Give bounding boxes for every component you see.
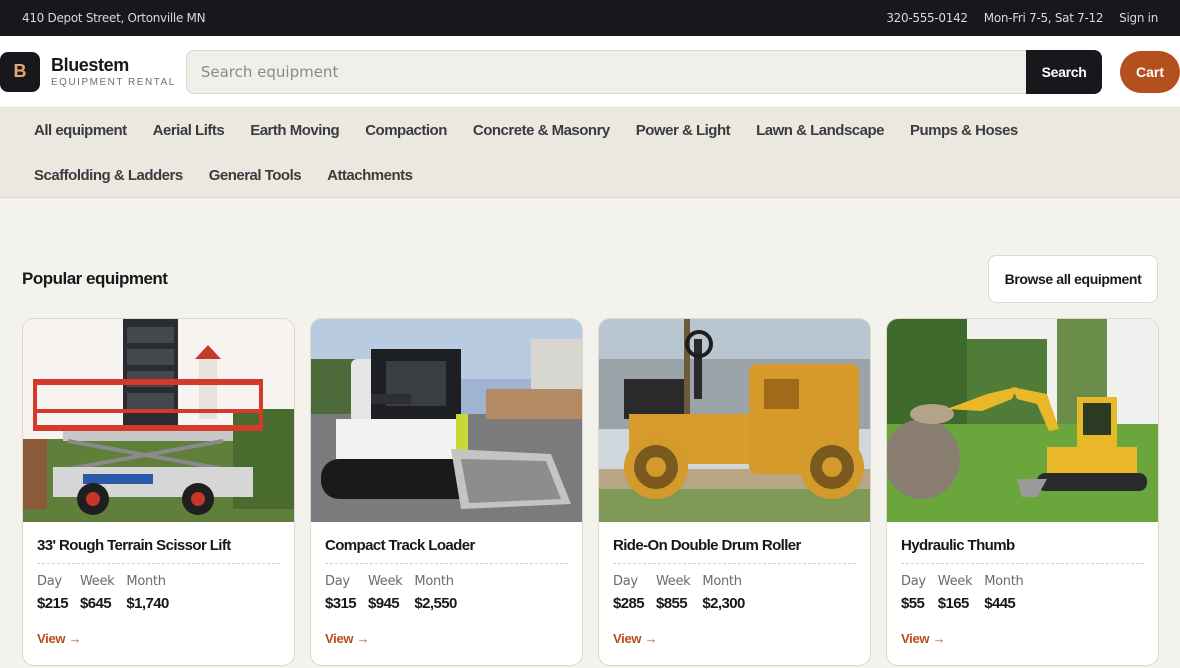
price-label: Week <box>655 574 691 589</box>
price-label: Week <box>367 574 403 589</box>
category-nav: All equipment Aerial Lifts Earth Moving … <box>0 108 1180 198</box>
equipment-grid: 33' Rough Terrain Scissor Lift Day $215 … <box>22 318 1159 666</box>
price-value: $645 <box>79 595 112 612</box>
nav-item-all-equipment[interactable]: All equipment <box>34 108 127 153</box>
card-title: 33' Rough Terrain Scissor Lift <box>37 537 280 564</box>
logo-badge: B <box>0 51 40 92</box>
price-month: Month $2,550 <box>414 574 457 612</box>
brand-name: Bluestem <box>51 54 129 75</box>
price-label: Day <box>613 574 638 589</box>
equipment-photo-drum-roller <box>599 319 870 522</box>
price-day: Day $55 <box>901 574 926 612</box>
price-value: $445 <box>984 595 1016 612</box>
price-label: Month <box>984 574 1024 589</box>
site-logo[interactable]: B Bluestem EQUIPMENT RENTAL <box>0 51 186 92</box>
price-month: Month $2,300 <box>702 574 745 612</box>
price-label: Week <box>937 574 973 589</box>
top-bar: 410 Depot Street, Ortonville MN 320-555-… <box>0 0 1180 36</box>
price-week: Week $645 <box>79 574 115 612</box>
price-value: $1,740 <box>126 595 169 612</box>
price-day: Day $215 <box>37 574 69 612</box>
nav-item-pumps-hoses[interactable]: Pumps & Hoses <box>910 108 1018 153</box>
price-label: Week <box>79 574 115 589</box>
price-day: Day $315 <box>325 574 357 612</box>
equipment-card[interactable]: Compact Track Loader Day $315 Week $945 … <box>310 318 583 666</box>
equipment-card[interactable]: 33' Rough Terrain Scissor Lift Day $215 … <box>22 318 295 666</box>
nav-item-concrete-masonry[interactable]: Concrete & Masonry <box>473 108 610 153</box>
nav-item-scaffolding-ladders[interactable]: Scaffolding & Ladders <box>34 153 183 198</box>
equipment-photo-hydraulic-thumb <box>887 319 1158 522</box>
equipment-photo-scissor-lift <box>23 319 294 522</box>
search-button[interactable]: Search <box>1026 49 1103 94</box>
price-month: Month $445 <box>984 574 1024 612</box>
price-label: Month <box>414 574 454 589</box>
price-row: Day $315 Week $945 Month $2,550 <box>325 574 568 612</box>
equipment-photo-track-loader <box>311 319 582 522</box>
nav-item-attachments[interactable]: Attachments <box>327 153 413 198</box>
brand-tagline: EQUIPMENT RENTAL <box>51 76 176 88</box>
price-month: Month $1,740 <box>126 574 169 612</box>
site-header: B Bluestem EQUIPMENT RENTAL Search Cart <box>0 36 1180 108</box>
price-label: Day <box>37 574 62 589</box>
price-week: Week $165 <box>937 574 973 612</box>
price-value: $215 <box>37 595 69 612</box>
top-bar-right: 320-555-0142 Mon-Fri 7-5, Sat 7-12 Sign … <box>886 11 1158 25</box>
price-value: $2,550 <box>414 595 457 612</box>
price-label: Month <box>126 574 166 589</box>
price-value: $285 <box>613 595 645 612</box>
equipment-card[interactable]: Hydraulic Thumb Day $55 Week $165 Month … <box>886 318 1159 666</box>
store-phone[interactable]: 320-555-0142 <box>886 11 968 25</box>
price-value: $855 <box>655 595 688 612</box>
price-label: Day <box>901 574 926 589</box>
store-hours: Mon-Fri 7-5, Sat 7-12 <box>983 11 1104 25</box>
nav-item-earth-moving[interactable]: Earth Moving <box>250 108 340 153</box>
price-value: $2,300 <box>702 595 745 612</box>
search-bar: Search <box>185 49 1103 94</box>
card-title: Ride-On Double Drum Roller <box>613 537 856 564</box>
section-title: Popular equipment <box>22 269 168 288</box>
search-input[interactable] <box>185 49 1027 94</box>
price-label: Day <box>325 574 350 589</box>
nav-item-compaction[interactable]: Compaction <box>365 108 447 153</box>
price-week: Week $945 <box>367 574 403 612</box>
cart-button[interactable]: Cart <box>1120 50 1180 93</box>
price-row: Day $285 Week $855 Month $2,300 <box>613 574 856 612</box>
price-row: Day $55 Week $165 Month $445 <box>901 574 1144 612</box>
price-day: Day $285 <box>613 574 645 612</box>
card-title: Hydraulic Thumb <box>901 537 1144 564</box>
view-link[interactable]: View → <box>901 631 946 646</box>
nav-item-power-light[interactable]: Power & Light <box>636 108 731 153</box>
logo-text: Bluestem EQUIPMENT RENTAL <box>51 55 176 89</box>
price-week: Week $855 <box>655 574 691 612</box>
price-value: $315 <box>325 595 357 612</box>
view-link[interactable]: View → <box>37 631 82 646</box>
browse-all-button[interactable]: Browse all equipment <box>988 255 1158 303</box>
price-label: Month <box>702 574 742 589</box>
card-title: Compact Track Loader <box>325 537 568 564</box>
nav-item-general-tools[interactable]: General Tools <box>209 153 302 198</box>
store-address: 410 Depot Street, Ortonville MN <box>22 11 206 25</box>
sign-in-link[interactable]: Sign in <box>1119 11 1158 25</box>
nav-item-lawn-landscape[interactable]: Lawn & Landscape <box>756 108 884 153</box>
equipment-card[interactable]: Ride-On Double Drum Roller Day $285 Week… <box>598 318 871 666</box>
nav-item-aerial-lifts[interactable]: Aerial Lifts <box>153 108 225 153</box>
price-row: Day $215 Week $645 Month $1,740 <box>37 574 280 612</box>
popular-section-header: Popular equipment Browse all equipment <box>22 255 1158 303</box>
view-link[interactable]: View → <box>325 631 370 646</box>
price-value: $165 <box>937 595 970 612</box>
price-value: $55 <box>901 595 925 612</box>
price-value: $945 <box>367 595 400 612</box>
view-link[interactable]: View → <box>613 631 658 646</box>
